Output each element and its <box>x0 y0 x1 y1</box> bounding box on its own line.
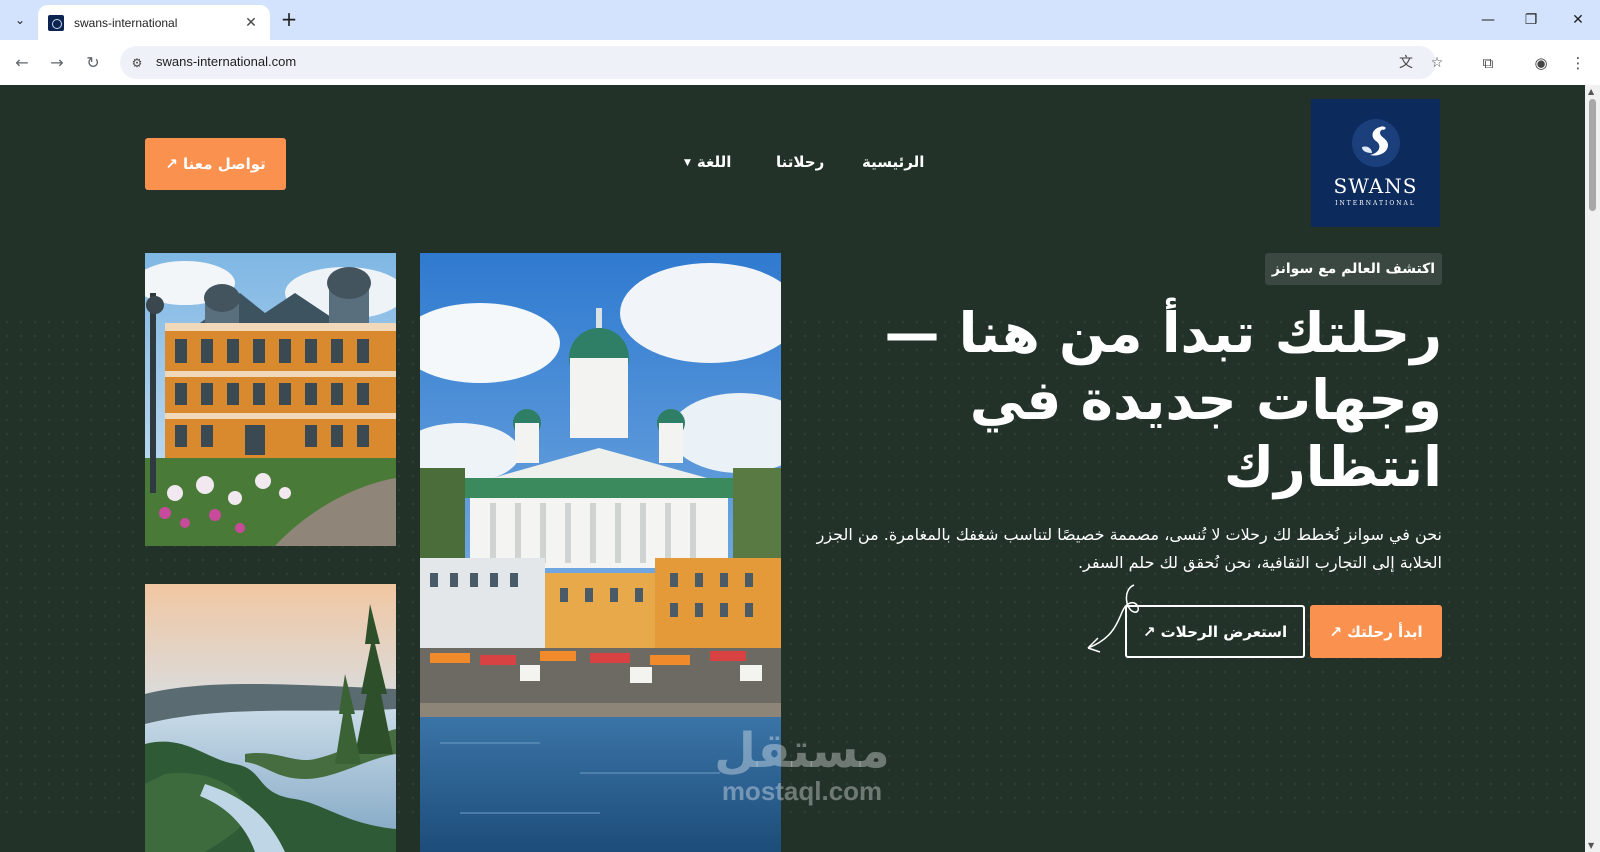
address-bar[interactable]: ⚙ swans-international.com 文 ☆ <box>120 46 1443 79</box>
browser-tab[interactable]: swans-international ✕ <box>38 5 270 40</box>
page-viewport: SWANS INTERNATIONAL الرئيسية رحلاتنا الل… <box>0 85 1585 852</box>
hero-headline: رحلتك تبدأ من هنا — وجهات جديدة في انتظا… <box>884 301 1442 499</box>
scroll-thumb[interactable] <box>1589 99 1596 211</box>
watermark-arabic: مستقل <box>714 723 890 779</box>
browser-tab-strip: ⌄ swans-international ✕ + — ❐ ✕ <box>0 0 1600 40</box>
start-journey-button[interactable]: ابدأ رحلتك ↗ <box>1310 605 1442 658</box>
site-info-icon[interactable]: ⚙ <box>128 54 146 72</box>
url-text[interactable]: swans-international.com <box>156 54 296 69</box>
scroll-up-icon[interactable]: ▲ <box>1588 87 1594 96</box>
reload-icon[interactable]: ↻ <box>80 50 106 76</box>
swirl-arrow-icon <box>1087 584 1139 653</box>
forward-icon[interactable]: → <box>44 50 70 76</box>
nav-home[interactable]: الرئيسية <box>862 153 924 171</box>
hero-description: نحن في سوانز نُخطط لك رحلات لا تُنسى، مص… <box>816 525 1442 572</box>
contact-button[interactable]: تواصل معنا ↗ <box>145 138 286 190</box>
minimize-icon[interactable]: — <box>1476 8 1500 32</box>
swan-icon <box>1352 119 1400 167</box>
town-hall-image <box>145 253 396 546</box>
logo-subtitle: INTERNATIONAL <box>1335 200 1416 207</box>
nav-language[interactable]: اللغة ▼ <box>684 153 731 171</box>
plus-icon[interactable]: + <box>278 9 300 31</box>
close-icon[interactable]: ✕ <box>242 15 260 31</box>
profile-icon[interactable]: ◉ <box>1529 51 1553 75</box>
nav-trips[interactable]: رحلاتنا <box>776 153 824 171</box>
page-scrollbar[interactable]: ▲ ▼ <box>1585 85 1600 852</box>
menu-icon[interactable]: ⋮ <box>1566 51 1590 75</box>
nav-language-label: اللغة <box>696 153 732 171</box>
translate-icon[interactable]: 文 <box>1396 53 1416 73</box>
browser-toolbar: ← → ↻ ⚙ swans-international.com 文 ☆ ⧉ ◉ … <box>0 40 1600 85</box>
tab-title: swans-international <box>74 15 178 30</box>
close-window-icon[interactable]: ✕ <box>1566 8 1590 32</box>
restore-icon[interactable]: ❐ <box>1519 8 1543 32</box>
lake-landscape-image <box>145 584 396 852</box>
scroll-down-icon[interactable]: ▼ <box>1588 841 1594 850</box>
logo[interactable]: SWANS INTERNATIONAL <box>1311 99 1440 227</box>
extensions-icon[interactable]: ⧉ <box>1476 51 1500 75</box>
watermark-latin: mostaql.com <box>721 776 883 806</box>
tab-list-icon[interactable]: ⌄ <box>8 8 32 32</box>
back-icon[interactable]: ← <box>9 50 35 76</box>
favicon-icon <box>48 14 64 31</box>
star-icon[interactable]: ☆ <box>1427 53 1447 73</box>
hero-badge: اكتشف العالم مع سوانز <box>1265 253 1442 285</box>
caret-down-icon: ▼ <box>684 157 691 168</box>
browse-trips-button[interactable]: استعرض الرحلات ↗ <box>1125 605 1305 658</box>
watermark: مستقل mostaql.com <box>702 725 902 805</box>
logo-name: SWANS <box>1333 174 1418 198</box>
